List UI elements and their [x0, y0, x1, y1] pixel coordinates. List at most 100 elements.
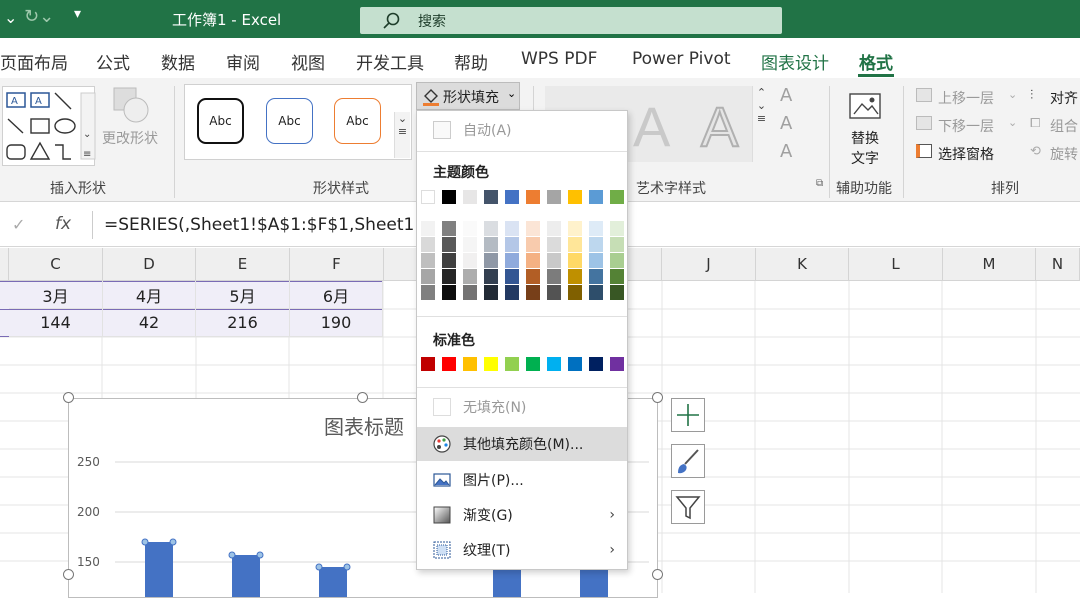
tab-review[interactable]: 审阅	[226, 49, 260, 74]
redo-icon[interactable]: ↻⌄	[24, 6, 54, 27]
cell-c1[interactable]: 3月	[9, 281, 103, 309]
chart-bar[interactable]	[232, 555, 260, 597]
theme-color-shade-swatch[interactable]	[547, 237, 561, 252]
alt-text-line1[interactable]: 替换	[851, 128, 879, 148]
selection-pane-button[interactable]: 选择窗格	[938, 144, 994, 164]
resize-handle[interactable]	[652, 569, 663, 580]
tab-power-pivot[interactable]: Power Pivot	[632, 49, 731, 69]
cell-f2[interactable]: 190	[290, 309, 383, 337]
align-button[interactable]: 对齐	[1050, 88, 1078, 108]
group-button[interactable]: 组合	[1050, 116, 1078, 136]
bar-selection-handle[interactable]	[256, 551, 264, 559]
theme-color-swatch[interactable]	[505, 190, 519, 204]
tab-view[interactable]: 视图	[291, 49, 325, 74]
theme-color-shade-swatch[interactable]	[568, 285, 582, 300]
bar-selection-handle[interactable]	[169, 538, 177, 546]
standard-color-swatch[interactable]	[442, 357, 456, 371]
theme-color-swatch[interactable]	[547, 190, 561, 204]
search-box[interactable]: 搜索	[360, 7, 782, 34]
theme-color-shade-swatch[interactable]	[421, 237, 435, 252]
theme-color-shade-swatch[interactable]	[589, 285, 603, 300]
theme-color-shade-swatch[interactable]	[505, 285, 519, 300]
theme-color-swatch[interactable]	[610, 190, 624, 204]
menu-item-picture[interactable]: 图片(P)...	[417, 463, 627, 497]
bar-selection-handle[interactable]	[315, 563, 323, 571]
rotate-button[interactable]: 旋转	[1050, 144, 1078, 164]
theme-color-shade-swatch[interactable]	[484, 269, 498, 284]
shapes-gallery[interactable]: A A ⌄ ≡	[2, 86, 96, 166]
wordart-gallery-scroll[interactable]: ⌃ ⌄ ≡	[752, 86, 770, 162]
standard-color-swatch[interactable]	[505, 357, 519, 371]
bar-selection-handle[interactable]	[343, 563, 351, 571]
theme-color-shade-swatch[interactable]	[463, 285, 477, 300]
cell-f1[interactable]: 6月	[290, 281, 383, 309]
theme-color-shade-swatch[interactable]	[610, 221, 624, 236]
theme-color-shade-swatch[interactable]	[505, 269, 519, 284]
theme-color-shade-swatch[interactable]	[589, 269, 603, 284]
alt-text-line2[interactable]: 文字	[851, 148, 879, 168]
bar-selection-handle[interactable]	[228, 551, 236, 559]
text-effects-icon[interactable]: A	[780, 138, 792, 166]
cell-e1[interactable]: 5月	[196, 281, 290, 309]
cell-d2[interactable]: 42	[103, 309, 196, 337]
theme-color-shade-swatch[interactable]	[442, 269, 456, 284]
theme-color-shade-swatch[interactable]	[484, 237, 498, 252]
menu-item-texture[interactable]: 纹理(T) ›	[417, 533, 627, 567]
theme-color-shade-swatch[interactable]	[547, 221, 561, 236]
theme-color-shade-swatch[interactable]	[421, 269, 435, 284]
standard-color-swatch[interactable]	[421, 357, 435, 371]
cell-e2[interactable]: 216	[196, 309, 290, 337]
style-sample-2[interactable]: Abc	[266, 98, 313, 144]
style-sample-1[interactable]: Abc	[197, 98, 244, 144]
cell-d1[interactable]: 4月	[103, 281, 196, 309]
theme-color-shade-swatch[interactable]	[442, 253, 456, 268]
column-header-j[interactable]: J	[662, 248, 756, 281]
theme-color-shade-swatch[interactable]	[610, 237, 624, 252]
style-gallery-scroll[interactable]: ⌄ ≡	[394, 112, 410, 158]
theme-color-shade-swatch[interactable]	[505, 237, 519, 252]
theme-color-shade-swatch[interactable]	[463, 269, 477, 284]
tab-formulas[interactable]: 公式	[96, 49, 130, 74]
menu-item-more-fill-colors[interactable]: 其他填充颜色(M)...	[417, 427, 627, 461]
dialog-launcher-icon[interactable]: ⧉	[816, 178, 823, 189]
change-shape-button[interactable]: 更改形状	[102, 128, 158, 148]
theme-color-shade-swatch[interactable]	[505, 221, 519, 236]
theme-color-swatch[interactable]	[526, 190, 540, 204]
tab-data[interactable]: 数据	[161, 49, 195, 74]
text-fill-icon[interactable]: A	[780, 82, 792, 110]
insert-function-icon[interactable]: fx	[55, 214, 71, 234]
theme-color-shade-swatch[interactable]	[589, 237, 603, 252]
chart-styles-button[interactable]	[671, 444, 705, 478]
column-header-l[interactable]: L	[849, 248, 943, 281]
theme-color-shade-swatch[interactable]	[484, 285, 498, 300]
theme-color-swatch[interactable]	[421, 190, 435, 204]
theme-color-shade-swatch[interactable]	[568, 237, 582, 252]
theme-color-shade-swatch[interactable]	[463, 221, 477, 236]
theme-color-shade-swatch[interactable]	[589, 253, 603, 268]
style-sample-3[interactable]: Abc	[334, 98, 381, 144]
column-header-k[interactable]: K	[756, 248, 849, 281]
standard-color-swatch[interactable]	[589, 357, 603, 371]
menu-item-gradient[interactable]: 渐变(G) ›	[417, 498, 627, 532]
theme-color-shade-swatch[interactable]	[463, 253, 477, 268]
theme-color-shade-swatch[interactable]	[421, 253, 435, 268]
theme-color-shade-swatch[interactable]	[526, 269, 540, 284]
theme-color-shade-swatch[interactable]	[442, 237, 456, 252]
theme-color-shade-swatch[interactable]	[484, 253, 498, 268]
send-backward-button[interactable]: 下移一层	[938, 116, 994, 136]
theme-color-shade-swatch[interactable]	[589, 221, 603, 236]
theme-color-shade-swatch[interactable]	[526, 237, 540, 252]
tab-help[interactable]: 帮助	[454, 49, 488, 74]
bar-selection-handle[interactable]	[141, 538, 149, 546]
standard-color-swatch[interactable]	[568, 357, 582, 371]
theme-color-shade-swatch[interactable]	[463, 237, 477, 252]
theme-color-swatch[interactable]	[589, 190, 603, 204]
tab-page-layout[interactable]: 页面布局	[0, 49, 68, 74]
resize-handle[interactable]	[652, 392, 663, 403]
resize-handle[interactable]	[357, 392, 368, 403]
theme-color-shade-swatch[interactable]	[547, 269, 561, 284]
cancel-check-icon[interactable]: ✓	[12, 215, 25, 234]
cell-c2[interactable]: 144	[9, 309, 103, 337]
theme-color-shade-swatch[interactable]	[505, 253, 519, 268]
theme-color-shade-swatch[interactable]	[484, 221, 498, 236]
